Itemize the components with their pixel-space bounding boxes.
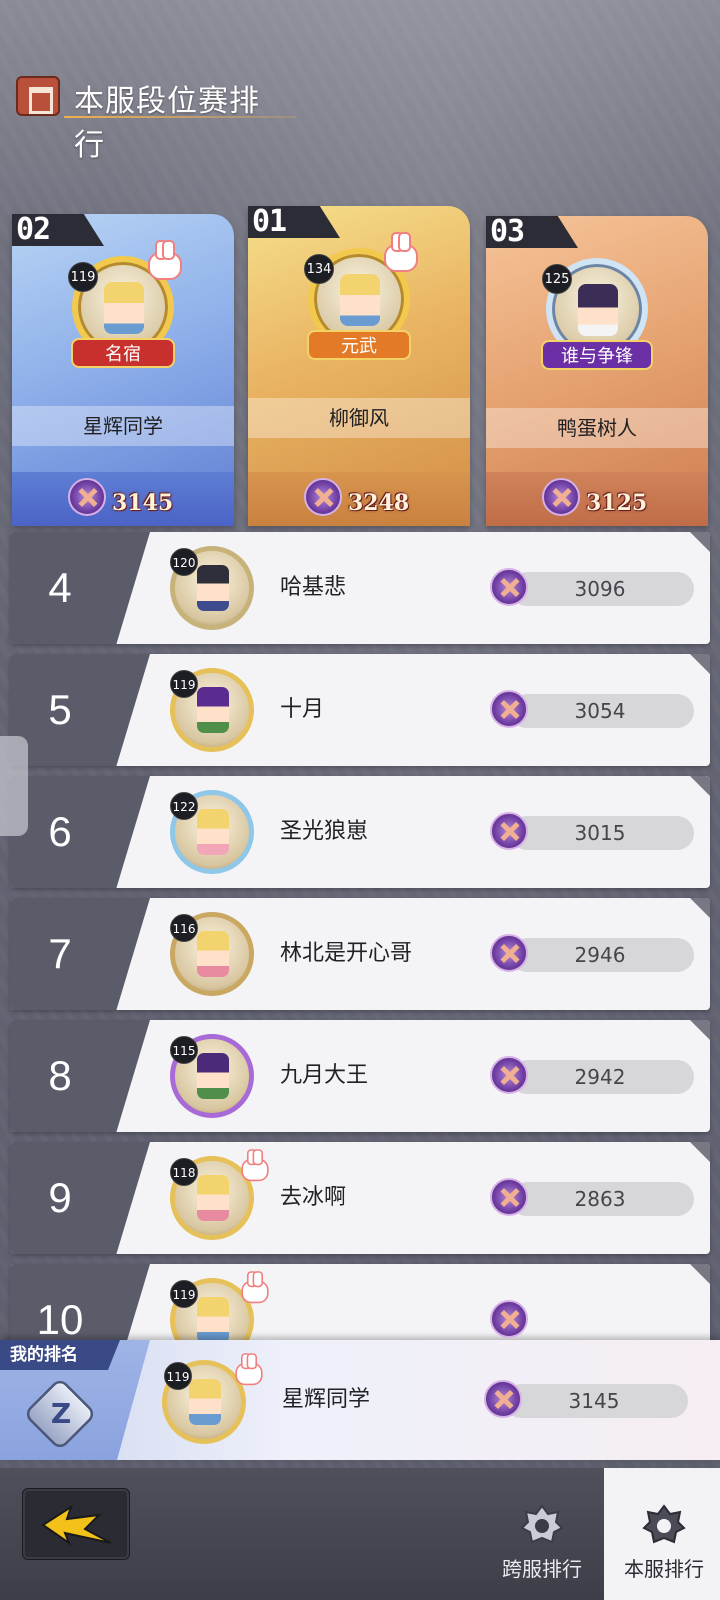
score-value: 3145 xyxy=(568,1389,620,1413)
rank-number: 7 xyxy=(48,930,72,977)
rank-tag: 02 xyxy=(12,214,104,246)
table-row[interactable]: 5 119 十月 3054 xyxy=(10,654,710,766)
level-badge: 119 xyxy=(68,262,98,292)
level-badge: 116 xyxy=(170,914,198,942)
my-rank-label: 我的排名 xyxy=(0,1340,120,1370)
level-badge: 125 xyxy=(542,264,572,294)
level-badge: 134 xyxy=(304,254,334,284)
corner-marker xyxy=(690,1020,710,1040)
corner-marker xyxy=(690,776,710,796)
rank-medal-icon xyxy=(484,1380,522,1418)
cross-server-crest-icon xyxy=(520,1504,564,1544)
bunny-icon xyxy=(235,1353,263,1386)
local-server-crest-icon xyxy=(642,1504,686,1544)
player-name: 星辉同学 xyxy=(12,406,234,446)
player-name: 柳御风 xyxy=(248,398,470,438)
rank-medal-icon xyxy=(304,478,342,516)
score-bar: 3125 xyxy=(486,472,708,526)
rank-medal-icon xyxy=(490,1056,528,1094)
table-row[interactable]: 4 120 哈基悲 3096 xyxy=(10,532,710,644)
player-name: 去冰啊 xyxy=(280,1185,347,1210)
rank-tier-letter: Z xyxy=(50,1397,72,1430)
page-header: 本服段位赛排行 xyxy=(16,72,296,163)
tab-label: 本服排行 xyxy=(624,1557,704,1581)
bottom-navigation: 跨服排行 本服排行 xyxy=(0,1468,720,1600)
level-badge: 119 xyxy=(170,1280,198,1308)
title-banner: 名宿 xyxy=(71,338,175,368)
bunny-icon xyxy=(241,1149,269,1182)
score-value: 2863 xyxy=(574,1187,626,1211)
score-value: 2946 xyxy=(574,943,626,967)
rank-medal-icon xyxy=(68,478,106,516)
corner-marker xyxy=(690,1142,710,1162)
table-row[interactable]: 9 118 去冰啊 2863 xyxy=(10,1142,710,1254)
score-value: 3054 xyxy=(574,699,626,723)
level-badge: 120 xyxy=(170,548,198,576)
rank-medal-icon xyxy=(490,934,528,972)
player-name: 圣光狼崽 xyxy=(280,819,369,844)
score-value: 2942 xyxy=(574,1065,626,1089)
back-button[interactable] xyxy=(22,1488,130,1560)
page-title: 本服段位赛排行 xyxy=(74,84,260,163)
podium-rank-1[interactable]: 01 134 元武 柳御风 3248 xyxy=(248,206,470,526)
corner-marker xyxy=(690,1264,710,1284)
rank-tag: 01 xyxy=(248,206,340,238)
player-name: 十月 xyxy=(280,697,325,722)
title-banner: 谁与争锋 xyxy=(541,340,653,370)
corner-marker xyxy=(690,654,710,674)
rank-medal-icon xyxy=(490,1178,528,1216)
back-arrow-icon xyxy=(41,1504,112,1546)
table-row[interactable]: 8 115 九月大王 2942 xyxy=(10,1020,710,1132)
corner-marker xyxy=(690,898,710,918)
score-value: 3015 xyxy=(574,821,626,845)
title-underline xyxy=(64,116,296,118)
player-name: 林北是开心哥 xyxy=(280,941,413,966)
podium-rank-3[interactable]: 03 125 谁与争锋 鸭蛋树人 3125 xyxy=(486,216,708,526)
leaderboard-icon xyxy=(16,76,60,116)
table-row[interactable]: 7 116 林北是开心哥 2946 xyxy=(10,898,710,1010)
rank-tag: 03 xyxy=(486,216,578,248)
title-banner: 元武 xyxy=(307,330,411,360)
score-bar: 3145 xyxy=(12,472,234,526)
bunny-icon xyxy=(384,232,418,272)
podium-rank-2[interactable]: 02 119 名宿 星辉同学 3145 xyxy=(12,214,234,526)
rank-number: 8 xyxy=(48,1052,72,1099)
level-badge: 115 xyxy=(170,1036,198,1064)
rank-number: 4 xyxy=(48,564,72,611)
tab-local-server[interactable]: 本服排行 xyxy=(604,1468,720,1600)
corner-marker xyxy=(690,532,710,552)
rank-number: 9 xyxy=(48,1174,72,1221)
my-rank-bar[interactable]: 我的排名 Z 119 星辉同学 3145 xyxy=(0,1340,720,1460)
rank-medal-icon xyxy=(542,478,580,516)
player-name: 鸭蛋树人 xyxy=(486,408,708,448)
player-name: 九月大王 xyxy=(280,1063,369,1088)
rank-medal-icon xyxy=(490,1300,528,1338)
level-badge: 119 xyxy=(170,670,198,698)
level-badge: 118 xyxy=(170,1158,198,1186)
player-name: 哈基悲 xyxy=(280,575,347,600)
tab-cross-server[interactable]: 跨服排行 xyxy=(482,1468,602,1600)
bunny-icon xyxy=(148,240,182,280)
side-drawer-handle[interactable] xyxy=(0,736,28,836)
rank-medal-icon xyxy=(490,812,528,850)
table-row[interactable]: 6 122 圣光狼崽 3015 xyxy=(10,776,710,888)
score-bar: 3248 xyxy=(248,472,470,526)
rank-medal-icon xyxy=(490,690,528,728)
score-value: 3096 xyxy=(574,577,626,601)
player-name: 星辉同学 xyxy=(282,1387,371,1412)
score-value: 3145 xyxy=(112,490,174,516)
score-value: 3248 xyxy=(348,490,410,516)
rank-medal-icon xyxy=(490,568,528,606)
level-badge: 122 xyxy=(170,792,198,820)
bunny-icon xyxy=(241,1271,269,1304)
score-value: 3125 xyxy=(586,490,648,516)
tab-label: 跨服排行 xyxy=(502,1557,582,1581)
level-badge: 119 xyxy=(164,1362,192,1390)
